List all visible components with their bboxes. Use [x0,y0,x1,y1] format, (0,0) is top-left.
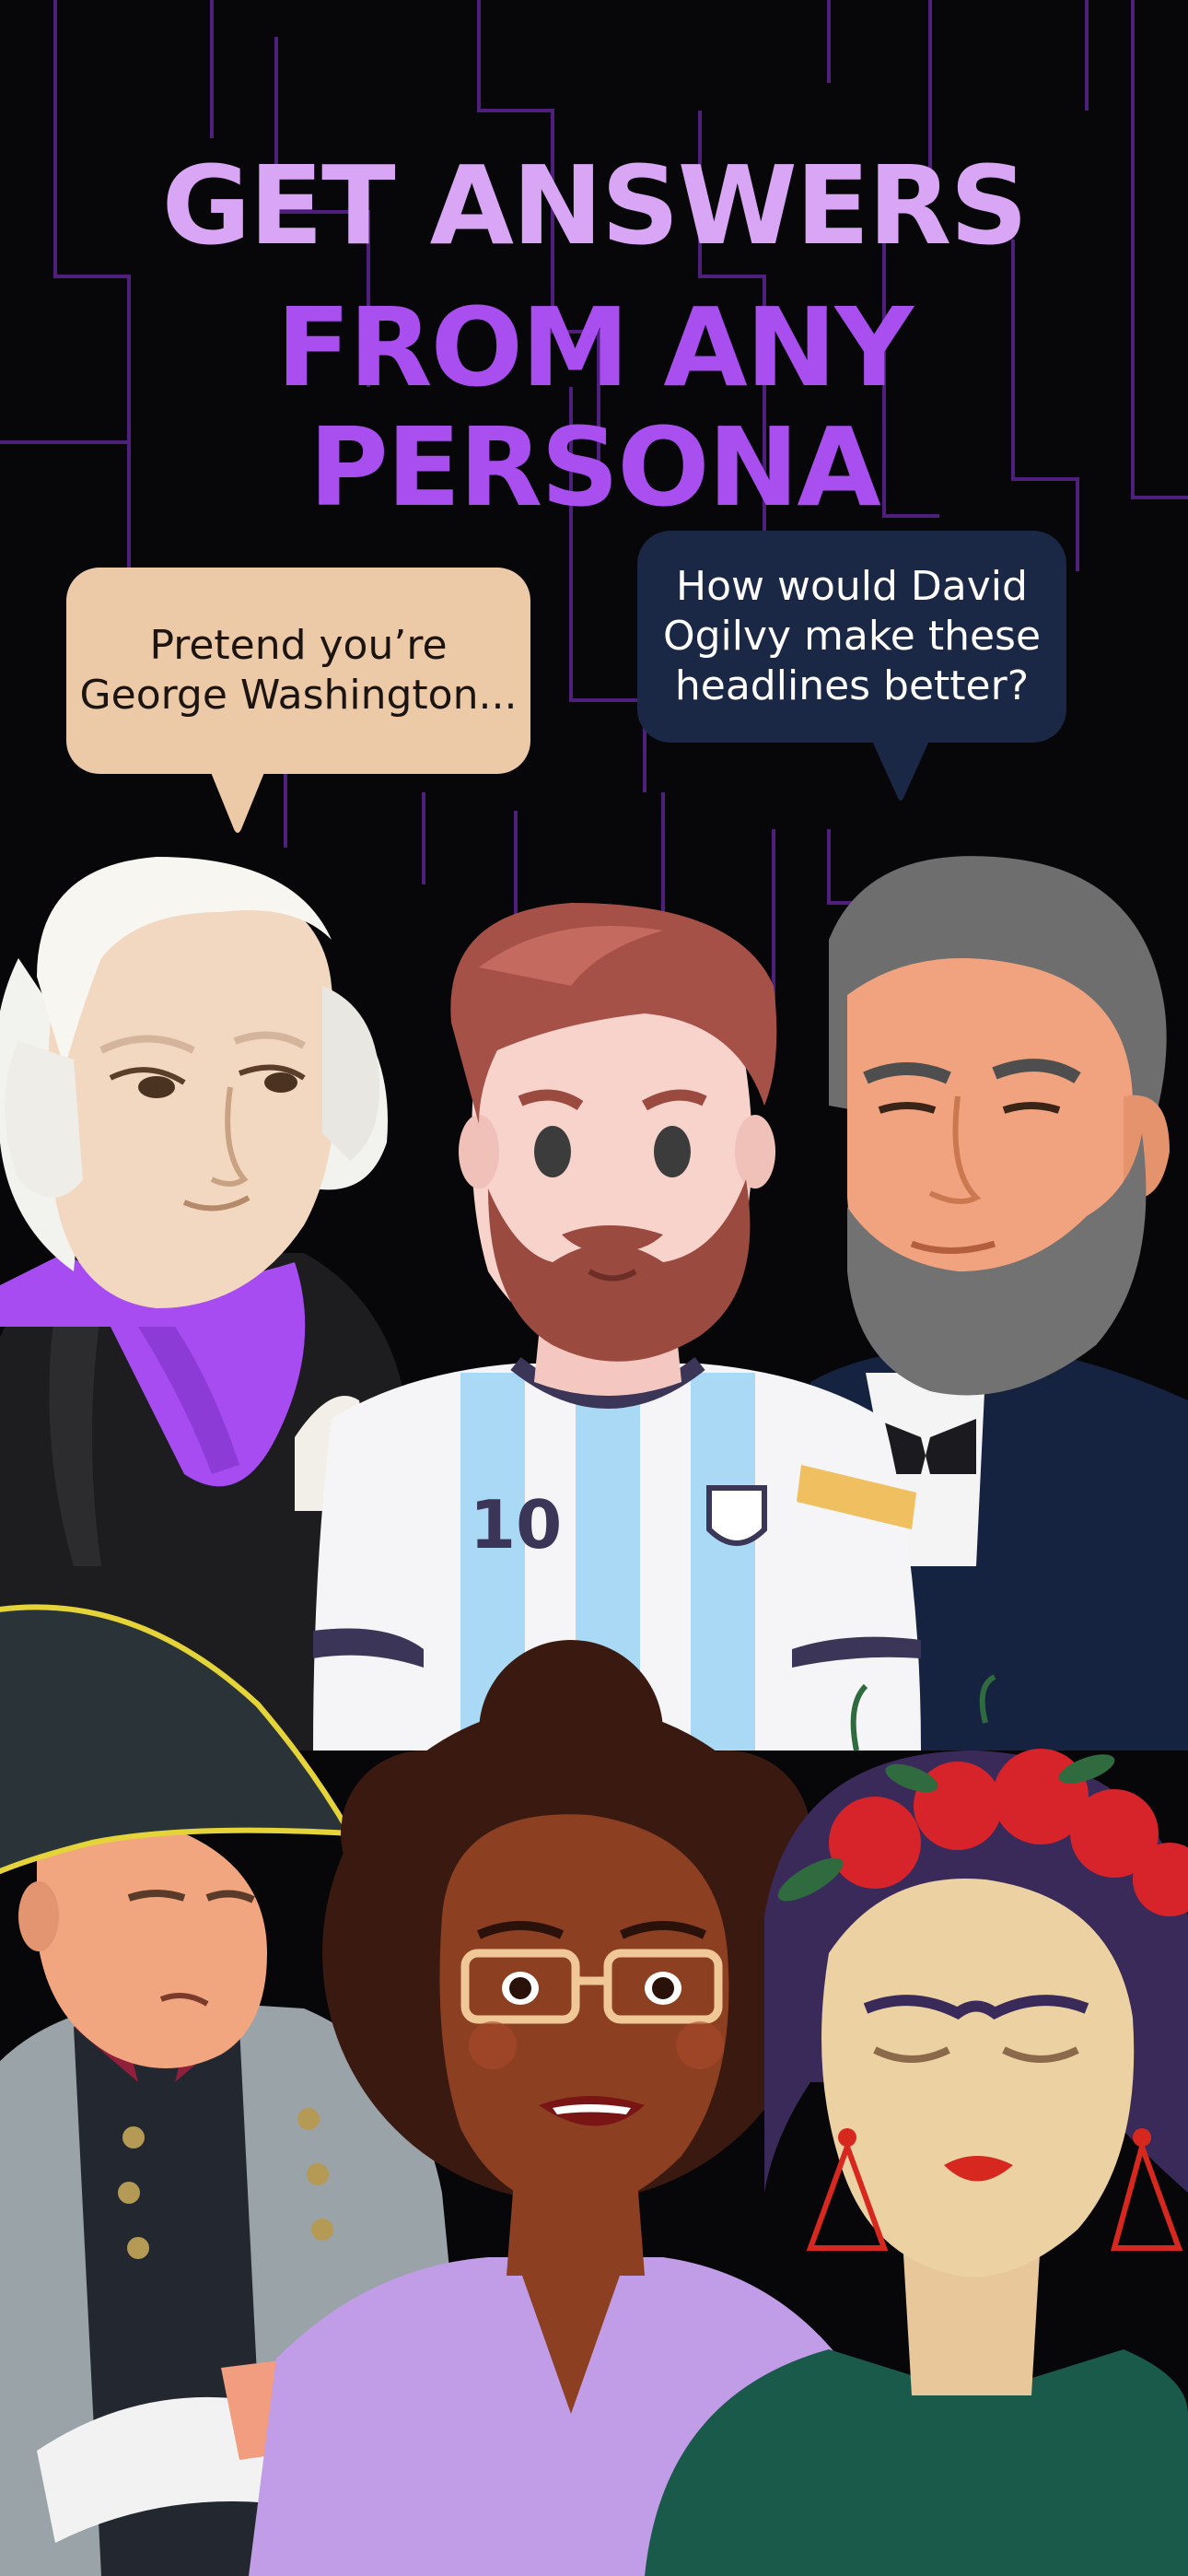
persona-illustrations: 10 [0,856,1188,2576]
speech-bubble-left-tail [210,770,265,833]
speech-bubble-right: How would David Ogilvy make these headli… [637,531,1066,743]
speech-bubble-left-text: Pretend you’re George Washington... [79,622,518,719]
speech-bubble-left: Pretend you’re George Washington... [66,568,530,774]
jersey-number: 10 [470,1486,562,1563]
speech-bubble-right-text: How would David Ogilvy make these headli… [662,563,1042,709]
app-screenshot: GET ANSWERS FROM ANY PERSONA 10 Pretend … [0,0,1188,2576]
speech-bubble-right-tail [871,739,930,801]
